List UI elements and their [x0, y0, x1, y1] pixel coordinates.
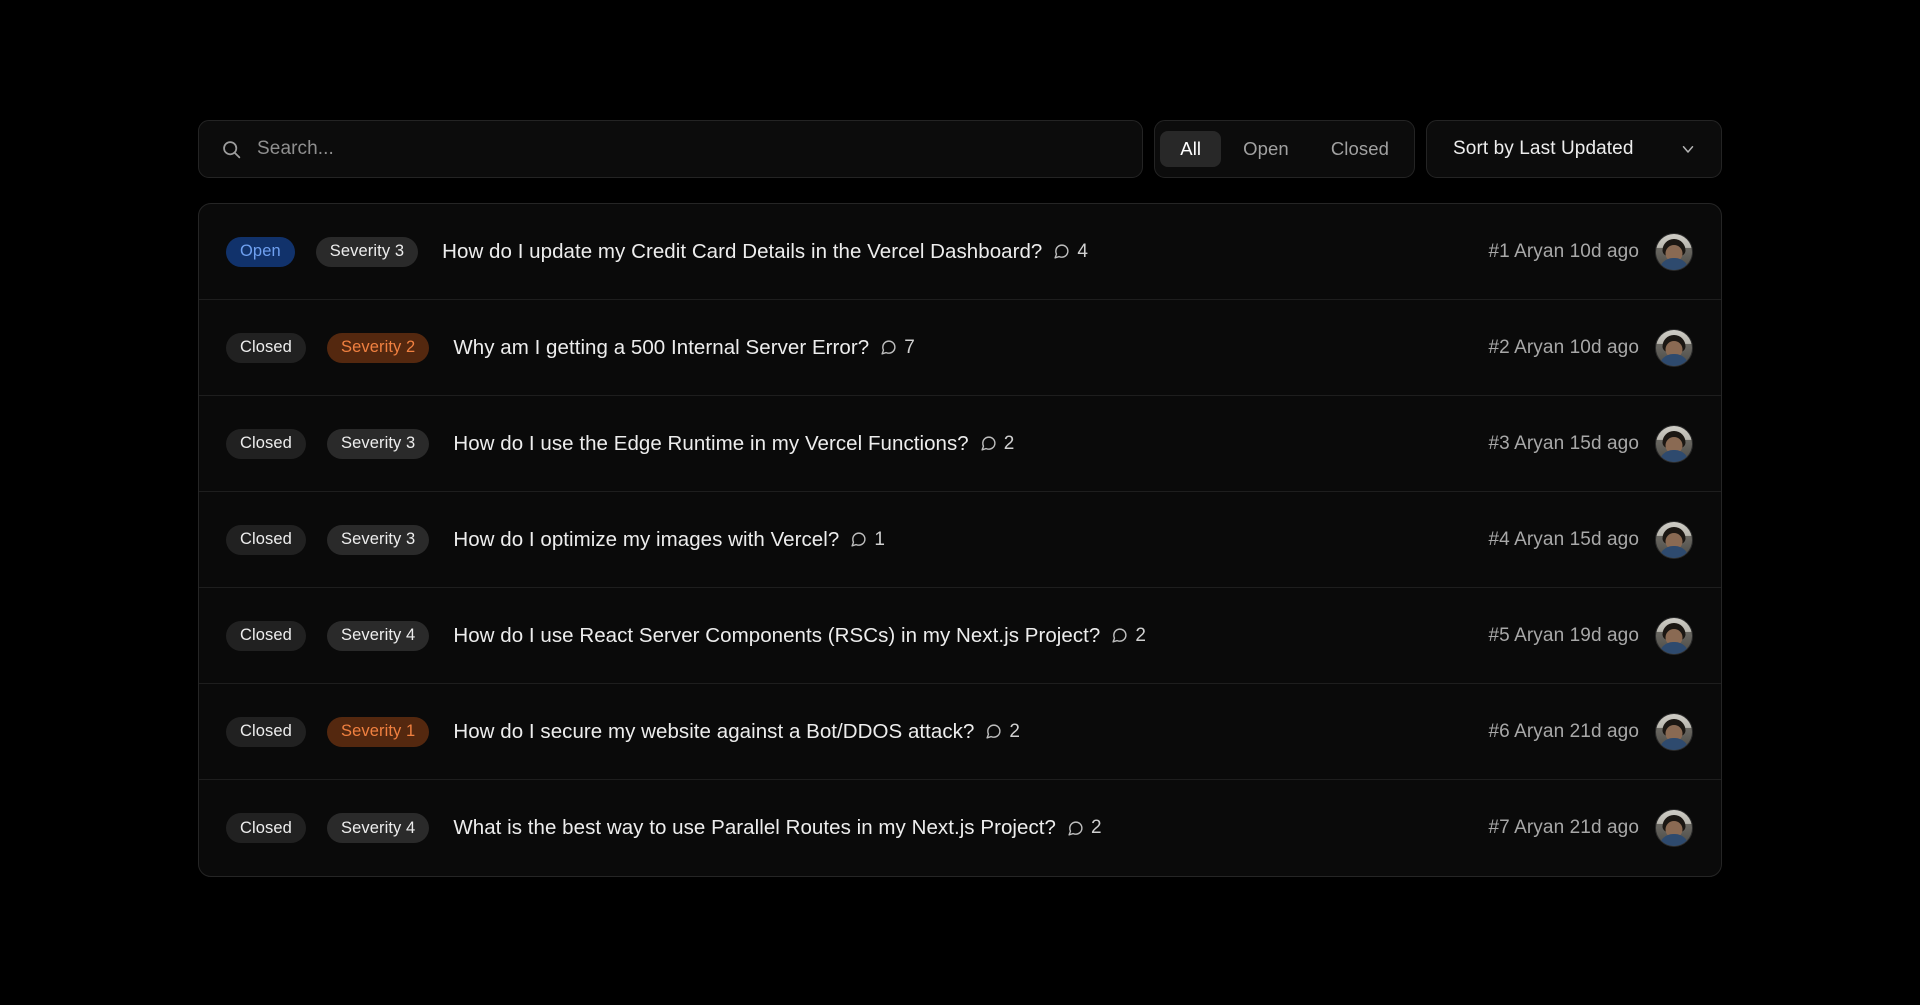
issue-title: How do I secure my website against a Bot… [453, 719, 975, 743]
issue-title: How do I update my Credit Card Details i… [442, 239, 1043, 263]
issue-row-7[interactable]: Closed Severity 4 What is the best way t… [199, 780, 1721, 876]
issue-row-1[interactable]: Open Severity 3 How do I update my Credi… [199, 204, 1721, 300]
search-box[interactable] [198, 120, 1144, 178]
issue-list: Open Severity 3 How do I update my Credi… [198, 203, 1722, 877]
status-badge: Open [226, 236, 295, 267]
search-input[interactable] [257, 138, 1121, 160]
comment-count: 7 [904, 336, 915, 358]
issue-row-6[interactable]: Closed Severity 1 How do I secure my web… [199, 684, 1721, 780]
comment-count-group: 7 [880, 337, 915, 359]
comment-count-group: 2 [985, 721, 1020, 743]
search-icon [221, 139, 242, 160]
comment-count-group: 4 [1053, 241, 1088, 263]
issue-row-3[interactable]: Closed Severity 3 How do I use the Edge … [199, 396, 1721, 492]
filter-tab-all[interactable]: All [1160, 130, 1222, 168]
avatar [1655, 809, 1693, 847]
comment-bubble-icon [985, 723, 1002, 740]
comment-count: 2 [1090, 817, 1102, 838]
status-filter-group: All Open Closed [1154, 120, 1415, 178]
toolbar: All Open Closed Sort by Last Updated [198, 120, 1722, 178]
severity-badge: Severity 4 [326, 620, 430, 651]
issue-row-4[interactable]: Closed Severity 3 How do I optimize my i… [199, 492, 1721, 588]
issue-title-wrap: What is the best way to use Parallel Rou… [453, 816, 1462, 840]
status-badge: Closed [226, 813, 306, 843]
page-root: All Open Closed Sort by Last Updated Ope… [0, 0, 1920, 1005]
filter-tab-closed[interactable]: Closed [1311, 131, 1409, 168]
issue-meta: #2 Aryan 10d ago [1488, 328, 1693, 367]
severity-badge: Severity 2 [326, 332, 430, 363]
issue-meta-text: #7 Aryan 21d ago [1488, 817, 1639, 838]
issue-title: How do I use React Server Components (RS… [453, 623, 1101, 647]
issue-meta-text: #3 Aryan 15d ago [1488, 432, 1639, 454]
comment-count: 2 [1003, 432, 1015, 454]
sort-dropdown-label: Sort by Last Updated [1453, 138, 1634, 159]
comment-bubble-icon [1053, 243, 1070, 260]
avatar [1655, 328, 1693, 367]
severity-badge: Severity 3 [326, 428, 430, 459]
issue-title-wrap: How do I update my Credit Card Details i… [442, 240, 1462, 264]
issue-title: How do I use the Edge Runtime in my Verc… [453, 431, 969, 455]
issue-meta-text: #1 Aryan 10d ago [1488, 240, 1639, 262]
comment-count-group: 2 [1067, 817, 1102, 839]
severity-badge: Severity 3 [326, 524, 430, 555]
issue-title-wrap: How do I secure my website against a Bot… [453, 720, 1462, 744]
issue-title-wrap: How do I use React Server Components (RS… [453, 624, 1462, 648]
comment-count: 1 [874, 528, 885, 550]
chevron-down-icon [1679, 140, 1697, 158]
status-badge: Closed [226, 620, 306, 651]
issue-meta: #5 Aryan 19d ago [1488, 616, 1693, 655]
comment-count: 2 [1009, 720, 1020, 742]
issue-meta-text: #6 Aryan 21d ago [1488, 720, 1639, 742]
filter-tab-open[interactable]: Open [1223, 131, 1309, 168]
comment-bubble-icon [1067, 820, 1084, 837]
comment-count: 4 [1077, 240, 1088, 262]
avatar [1655, 616, 1693, 655]
comment-bubble-icon [850, 531, 867, 548]
comment-count-group: 1 [850, 529, 885, 551]
issue-meta-text: #2 Aryan 10d ago [1488, 336, 1639, 358]
comment-bubble-icon [980, 435, 997, 452]
issue-meta: #4 Aryan 15d ago [1488, 520, 1693, 559]
comment-count-group: 2 [1111, 625, 1146, 647]
comment-count-group: 2 [980, 432, 1015, 455]
status-badge: Closed [226, 524, 306, 555]
issues-app: All Open Closed Sort by Last Updated Ope… [198, 120, 1722, 877]
severity-badge: Severity 4 [326, 813, 430, 843]
issue-title: How do I optimize my images with Vercel? [453, 527, 840, 551]
severity-badge: Severity 3 [315, 236, 419, 267]
issue-meta: #1 Aryan 10d ago [1488, 232, 1693, 271]
issue-meta-text: #5 Aryan 19d ago [1488, 624, 1639, 646]
status-badge: Closed [226, 332, 306, 363]
severity-badge: Severity 1 [326, 716, 430, 747]
issue-title-wrap: Why am I getting a 500 Internal Server E… [453, 336, 1462, 360]
issue-row-2[interactable]: Closed Severity 2 Why am I getting a 500… [199, 300, 1721, 396]
issue-meta: #3 Aryan 15d ago [1488, 424, 1693, 463]
issue-row-5[interactable]: Closed Severity 4 How do I use React Ser… [199, 588, 1721, 684]
comment-bubble-icon [1111, 627, 1128, 644]
issue-meta-text: #4 Aryan 15d ago [1488, 528, 1639, 550]
status-badge: Closed [226, 716, 306, 747]
avatar [1655, 232, 1693, 271]
issue-title: Why am I getting a 500 Internal Server E… [453, 335, 870, 359]
issue-title-wrap: How do I use the Edge Runtime in my Verc… [453, 432, 1462, 456]
avatar [1655, 712, 1693, 751]
avatar [1655, 424, 1693, 463]
issue-title: What is the best way to use Parallel Rou… [453, 816, 1056, 839]
issue-meta: #7 Aryan 21d ago [1488, 809, 1693, 847]
comment-count: 2 [1135, 624, 1146, 646]
comment-bubble-icon [880, 339, 897, 356]
status-badge: Closed [226, 428, 306, 459]
issue-title-wrap: How do I optimize my images with Vercel?… [453, 528, 1462, 552]
issue-meta: #6 Aryan 21d ago [1488, 712, 1693, 751]
avatar [1655, 520, 1693, 559]
sort-dropdown[interactable]: Sort by Last Updated [1426, 120, 1722, 178]
